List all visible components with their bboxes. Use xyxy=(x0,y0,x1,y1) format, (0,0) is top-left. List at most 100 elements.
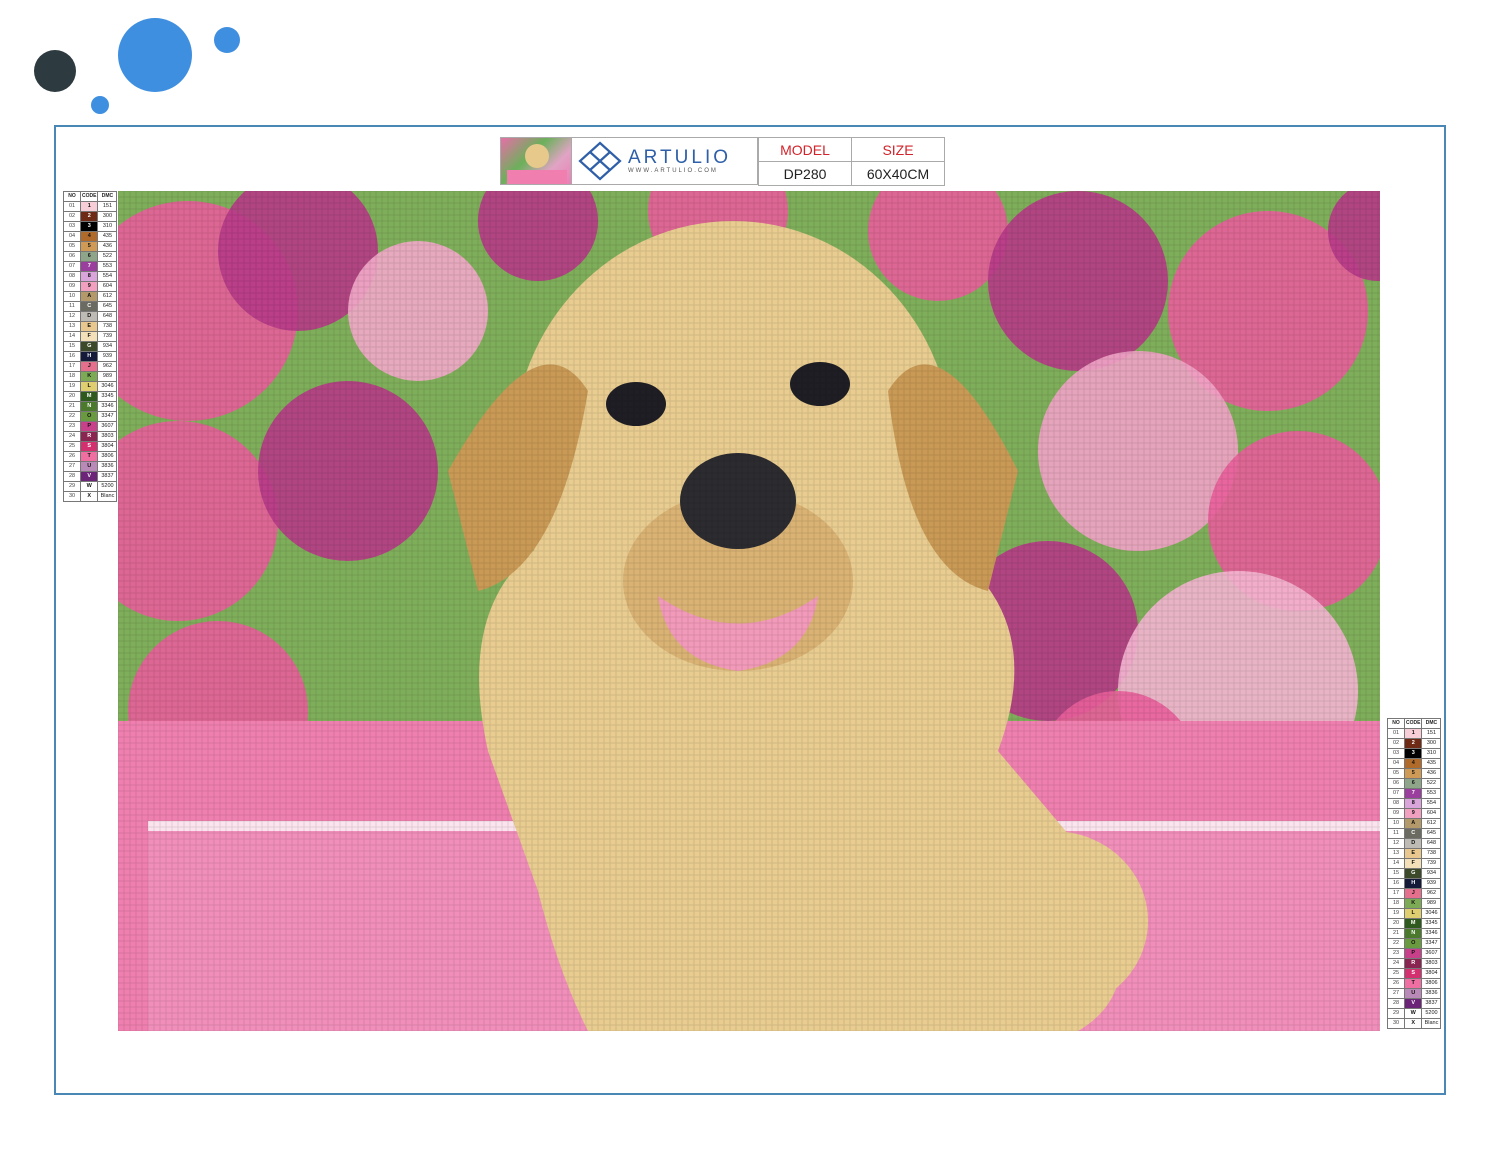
legend-dmc: 3836 xyxy=(1421,988,1442,999)
legend-code-swatch: 3 xyxy=(79,221,99,232)
legend-row: 05 5 436 xyxy=(1387,768,1442,779)
legend-code-swatch: U xyxy=(1403,988,1423,999)
legend-row: 02 2 300 xyxy=(63,211,118,222)
legend-code-swatch: L xyxy=(79,381,99,392)
preview-thumbnail xyxy=(500,137,572,185)
legend-number: 23 xyxy=(63,421,81,432)
legend-row: 02 2 300 xyxy=(1387,738,1442,749)
legend-row: 23 P 3607 xyxy=(63,421,118,432)
brand-name: ARTULIO xyxy=(628,147,732,168)
decor-dot-large-blue xyxy=(118,18,192,92)
legend-dmc: 645 xyxy=(1421,828,1442,839)
legend-code-swatch: E xyxy=(79,321,99,332)
legend-number: 28 xyxy=(63,471,81,482)
legend-number: 20 xyxy=(63,391,81,402)
legend-code-swatch: 6 xyxy=(79,251,99,262)
legend-dmc: 436 xyxy=(1421,768,1442,779)
legend-code-swatch: 2 xyxy=(1403,738,1423,749)
legend-row: 04 4 435 xyxy=(1387,758,1442,769)
legend-code-swatch: 4 xyxy=(1403,758,1423,769)
legend-dmc: Blanc xyxy=(1421,1018,1442,1029)
legend-dmc: 151 xyxy=(1421,728,1442,739)
pattern-canvas xyxy=(118,191,1380,1031)
legend-number: 07 xyxy=(63,261,81,272)
legend-code-swatch: 8 xyxy=(1403,798,1423,809)
legend-dmc: 3607 xyxy=(97,421,118,432)
legend-dmc: 3804 xyxy=(97,441,118,452)
legend-number: 08 xyxy=(63,271,81,282)
legend-code-swatch: T xyxy=(79,451,99,462)
puppy-artwork xyxy=(118,191,1380,1031)
legend-code-swatch: 7 xyxy=(79,261,99,272)
legend-code-swatch: N xyxy=(1403,928,1423,939)
legend-row: 19 L 3046 xyxy=(63,381,118,392)
legend-number: 13 xyxy=(1387,848,1405,859)
legend-code-swatch: 9 xyxy=(79,281,99,292)
legend-dmc: 604 xyxy=(1421,808,1442,819)
legend-code-swatch: 5 xyxy=(79,241,99,252)
legend-code-swatch: 6 xyxy=(1403,778,1423,789)
legend-code-swatch: 2 xyxy=(79,211,99,222)
legend-dmc: 612 xyxy=(1421,818,1442,829)
diamond-grid-texture xyxy=(118,191,1380,1031)
legend-row: 05 5 436 xyxy=(63,241,118,252)
legend-dmc: 300 xyxy=(97,211,118,222)
legend-dmc: 738 xyxy=(97,321,118,332)
legend-row: 07 7 553 xyxy=(63,261,118,272)
legend-header: CODE xyxy=(1403,718,1423,729)
color-legend-left: NO CODE DMC 01 1 151 02 2 300 03 3 310 04 4 435 05 5 436 0… xyxy=(63,191,118,502)
legend-code-swatch: S xyxy=(79,441,99,452)
legend-number: 25 xyxy=(63,441,81,452)
legend-row: 13 E 738 xyxy=(1387,848,1442,859)
legend-dmc: 5200 xyxy=(97,481,118,492)
legend-number: 04 xyxy=(1387,758,1405,769)
legend-code-swatch: 1 xyxy=(1403,728,1423,739)
legend-number: 13 xyxy=(63,321,81,332)
legend-dmc: 648 xyxy=(97,311,118,322)
legend-code-swatch: G xyxy=(79,341,99,352)
size-label: SIZE xyxy=(851,137,945,162)
legend-dmc: Blanc xyxy=(97,491,118,502)
legend-number: 05 xyxy=(63,241,81,252)
legend-row: 03 3 310 xyxy=(1387,748,1442,759)
legend-row: 27 U 3836 xyxy=(1387,988,1442,999)
legend-dmc: 554 xyxy=(1421,798,1442,809)
legend-row: 22 O 3347 xyxy=(63,411,118,422)
legend-number: 11 xyxy=(1387,828,1405,839)
legend-header: DMC xyxy=(97,191,118,202)
legend-number: 10 xyxy=(1387,818,1405,829)
legend-dmc: 3046 xyxy=(97,381,118,392)
legend-number: 02 xyxy=(1387,738,1405,749)
legend-code-swatch: P xyxy=(1403,948,1423,959)
legend-code-swatch: A xyxy=(79,291,99,302)
legend-header: NO xyxy=(63,191,81,202)
legend-code-swatch: X xyxy=(79,491,99,502)
legend-dmc: 522 xyxy=(1421,778,1442,789)
legend-dmc: 3607 xyxy=(1421,948,1442,959)
decor-dot-small-blue xyxy=(214,27,240,53)
legend-code-swatch: H xyxy=(1403,878,1423,889)
legend-number: 21 xyxy=(1387,928,1405,939)
legend-number: 27 xyxy=(1387,988,1405,999)
legend-row: 30 X Blanc xyxy=(63,491,118,502)
legend-number: 14 xyxy=(63,331,81,342)
legend-header: NO xyxy=(1387,718,1405,729)
legend-number: 09 xyxy=(63,281,81,292)
legend-row: 07 7 553 xyxy=(1387,788,1442,799)
legend-number: 07 xyxy=(1387,788,1405,799)
legend-row: 01 1 151 xyxy=(63,201,118,212)
legend-code-swatch: A xyxy=(1403,818,1423,829)
legend-code-swatch: C xyxy=(1403,828,1423,839)
legend-dmc: 435 xyxy=(97,231,118,242)
legend-code-swatch: P xyxy=(79,421,99,432)
legend-number: 23 xyxy=(1387,948,1405,959)
legend-number: 10 xyxy=(63,291,81,302)
legend-dmc: 604 xyxy=(97,281,118,292)
legend-row: 09 9 604 xyxy=(63,281,118,292)
legend-number: 25 xyxy=(1387,968,1405,979)
legend-code-swatch: 1 xyxy=(79,201,99,212)
legend-dmc: 554 xyxy=(97,271,118,282)
legend-row: 11 C 645 xyxy=(63,301,118,312)
brand-logo: ARTULIO WWW.ARTULIO.COM xyxy=(572,137,758,185)
legend-row: 21 N 3346 xyxy=(63,401,118,412)
